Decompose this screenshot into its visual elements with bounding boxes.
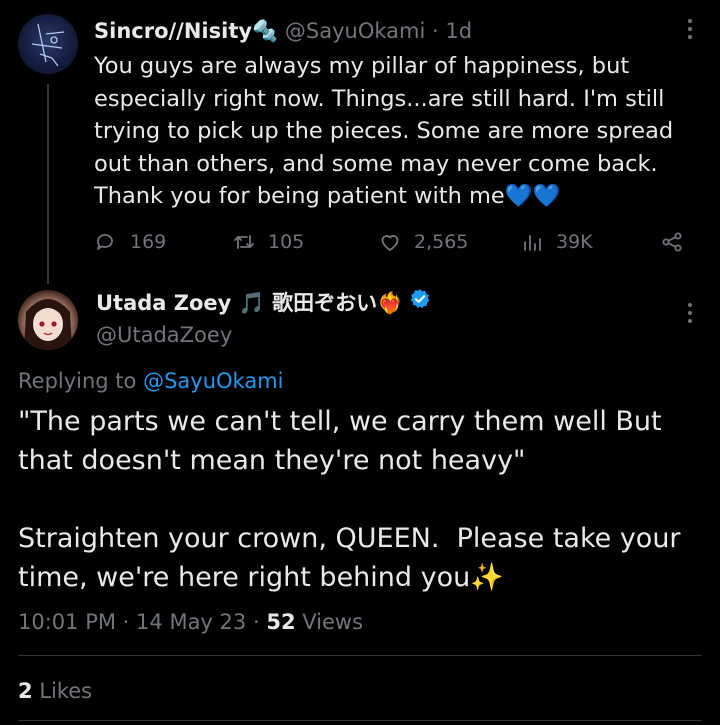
more-options-icon[interactable]: [678, 16, 702, 42]
views-label: Views: [302, 610, 364, 634]
date[interactable]: 14 May 23: [136, 610, 246, 634]
like-count: 2,565: [414, 231, 469, 253]
separator: ·: [432, 19, 439, 43]
divider: [18, 655, 702, 656]
time[interactable]: 10:01 PM: [18, 610, 116, 634]
divider: [18, 720, 702, 721]
timestamp[interactable]: 1d: [445, 19, 472, 43]
share-button[interactable]: [660, 228, 684, 256]
avatar[interactable]: [18, 14, 78, 74]
thread-line: [47, 84, 49, 284]
retweet-icon: [234, 235, 254, 249]
meta-separator: ·: [252, 610, 260, 634]
reply-button[interactable]: 169: [94, 228, 166, 256]
share-icon: [662, 232, 682, 252]
likes-label: Likes: [39, 679, 93, 703]
avatar[interactable]: [18, 290, 78, 350]
tweet-text: You guys are always my pillar of happine…: [94, 53, 674, 210]
views-count: 52: [266, 610, 296, 634]
name-emoji: 🔩: [252, 19, 279, 43]
reply-icon: [97, 234, 113, 250]
like-button[interactable]: 2,565: [378, 228, 468, 256]
tweet-meta: 10:01 PM · 14 May 23 · 52 Views: [18, 607, 363, 637]
heart-icon: [381, 235, 399, 251]
more-options-icon[interactable]: [678, 300, 702, 326]
retweet-count: 105: [268, 231, 305, 253]
handle[interactable]: @SayuOkami: [285, 19, 425, 43]
reply-count: 169: [130, 231, 167, 253]
display-name[interactable]: Utada Zoey 🎵 歌田ぞおい❤️‍🔥: [96, 288, 403, 318]
reply-text: "The parts we can't tell, we carry them …: [18, 406, 681, 593]
verified-badge-icon: [409, 288, 431, 318]
meta-separator: ·: [122, 610, 130, 634]
avatar-art: [24, 299, 72, 350]
replying-prefix: Replying to: [18, 369, 137, 393]
reply-author: Utada Zoey 🎵 歌田ぞおい❤️‍🔥: [96, 288, 431, 318]
views-count: 39K: [556, 231, 593, 253]
tweet-header: Sincro//Nisity🔩 @SayuOkami · 1d: [94, 16, 472, 46]
replying-to: Replying to @SayuOkami: [18, 366, 284, 396]
likes-summary[interactable]: 2 Likes: [18, 676, 92, 706]
avatar-art: [31, 23, 65, 67]
retweet-button[interactable]: 105: [232, 228, 304, 256]
views-button[interactable]: 39K: [520, 228, 593, 256]
handle[interactable]: @UtadaZoey: [96, 320, 232, 350]
replying-handle-link[interactable]: @SayuOkami: [143, 369, 283, 393]
likes-count: 2: [18, 679, 33, 703]
display-name[interactable]: Sincro//Nisity: [94, 19, 252, 43]
analytics-icon: [524, 235, 541, 251]
